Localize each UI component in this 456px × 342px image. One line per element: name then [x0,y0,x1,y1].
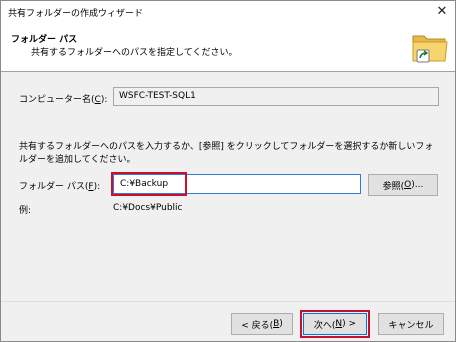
example-label: 例: [19,206,32,216]
next-highlight-annotation [300,310,370,338]
footer-divider [1,301,455,302]
close-icon[interactable]: ✕ [429,1,455,22]
computer-name-label: コンピューター名(C): [19,95,108,105]
example-value: C:¥Docs¥Public [113,203,183,213]
title-bar: 共有フォルダーの作成ウィザード ✕ [1,1,455,22]
browse-button[interactable]: 参照(O)... [368,174,438,196]
back-button[interactable]: < 戻る(B) [231,313,293,335]
instructions-text: 共有するフォルダーへのパスを入力するか、[参照] をクリックしてフォルダーを選択… [19,142,434,165]
page-subtitle: 共有するフォルダーへのパスを指定してください。 [31,48,238,58]
page-title: フォルダー パス [11,35,78,45]
folder-share-icon [412,35,448,63]
wizard-header: フォルダー パス 共有するフォルダーへのパスを指定してください。 [1,22,455,72]
window-title: 共有フォルダーの作成ウィザード [8,9,144,19]
path-highlight-annotation [111,172,187,196]
folder-path-label: フォルダー パス(F): [19,182,101,192]
cancel-button[interactable]: キャンセル [378,313,444,335]
computer-name-field: WSFC-TEST-SQL1 [113,87,439,106]
wizard-window: 共有フォルダーの作成ウィザード ✕ フォルダー パス 共有するフォルダーへのパス… [0,0,456,342]
